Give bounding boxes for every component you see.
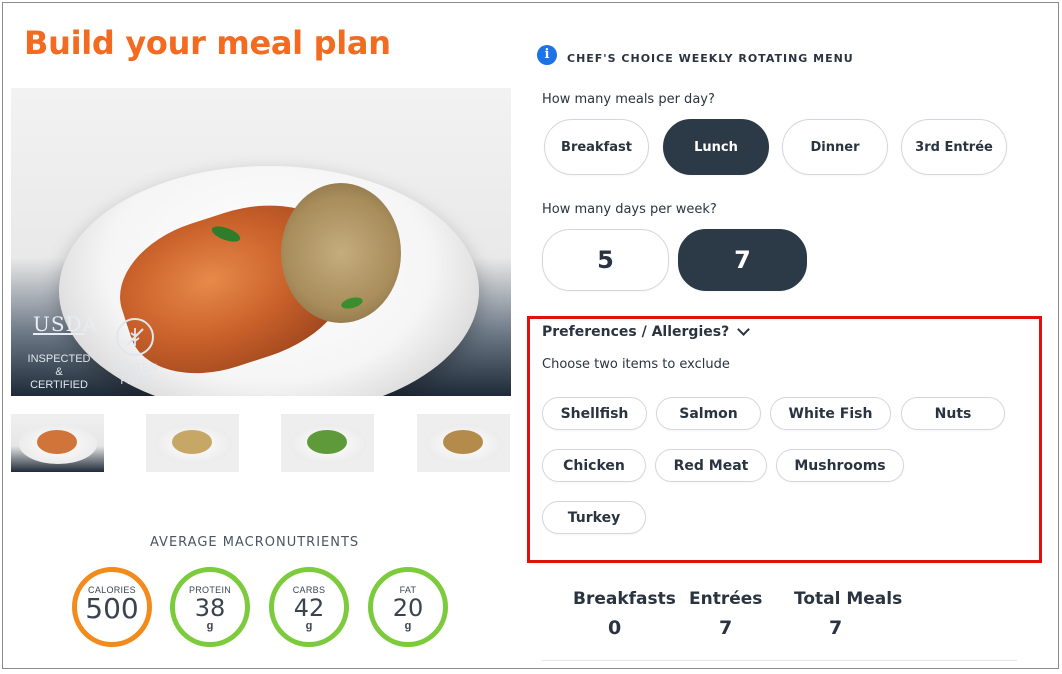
days-question: How many days per week? [542, 202, 717, 217]
summary-entrees-label: Entrées [689, 589, 763, 609]
info-text: CHEF'S CHOICE WEEKLY ROTATING MENU [567, 52, 854, 65]
preferences-subtitle: Choose two items to exclude [542, 357, 730, 372]
exclude-chip-turkey[interactable]: Turkey [542, 501, 646, 534]
summary-breakfasts-value: 0 [608, 617, 622, 639]
chevron-down-icon [737, 323, 751, 336]
thumbnail-1[interactable] [11, 414, 104, 472]
summary-entrees-value: 7 [719, 617, 733, 639]
usda-logo: USDA [33, 312, 99, 336]
exclude-chip-salmon[interactable]: Salmon [656, 397, 761, 430]
preferences-toggle[interactable]: Preferences / Allergies? [542, 323, 751, 340]
preferences-heading: Preferences / Allergies? [542, 324, 730, 340]
exclude-chip-shellfish[interactable]: Shellfish [542, 397, 647, 430]
carbs-ring: CARBS 42 g [269, 567, 349, 647]
macro-value: 500 [85, 592, 139, 625]
thumb-food [307, 430, 347, 454]
usda-badge: USDA INSPECTED & CERTIFIED [27, 312, 99, 392]
thumbnail-strip [11, 414, 511, 472]
exclude-chip-mushrooms[interactable]: Mushrooms [776, 449, 904, 482]
meal-option-3rd-entree[interactable]: 3rd Entrée [901, 119, 1007, 175]
thumb-food [37, 430, 77, 454]
macro-unit: g [305, 620, 313, 632]
meal-option-dinner[interactable]: Dinner [782, 119, 888, 175]
gf-line1: GLUTEN [112, 362, 158, 374]
macro-unit: g [206, 620, 214, 632]
usda-line1: INSPECTED [27, 353, 91, 365]
meals-question: How many meals per day? [542, 92, 715, 107]
thumbnail-3[interactable] [281, 414, 374, 472]
page-title: Build your meal plan [24, 24, 391, 62]
macro-unit: g [404, 620, 412, 632]
days-option-5[interactable]: 5 [542, 229, 669, 291]
gf-line2: FREE [120, 375, 150, 387]
macro-value: 38 [194, 594, 226, 622]
thumb-food [443, 430, 483, 454]
exclude-chip-red-meat[interactable]: Red Meat [655, 449, 767, 482]
meal-hero-image: USDA INSPECTED & CERTIFIED GLUTEN FREE [11, 88, 511, 396]
macro-value: 42 [293, 594, 325, 622]
wheat-crossed-icon [116, 318, 154, 356]
macros-title: AVERAGE MACRONUTRIENTS [150, 535, 360, 550]
summary-total-value: 7 [829, 617, 843, 639]
gluten-free-badge: GLUTEN FREE [105, 318, 165, 388]
calories-ring: CALORIES 500 [72, 567, 152, 647]
days-option-7[interactable]: 7 [678, 229, 807, 291]
macro-value: 20 [392, 594, 424, 622]
exclude-chip-nuts[interactable]: Nuts [901, 397, 1005, 430]
thumbnail-4[interactable] [417, 414, 510, 472]
exclude-chip-white-fish[interactable]: White Fish [770, 397, 891, 430]
divider [542, 660, 1017, 661]
thumb-food [172, 430, 212, 454]
usda-line2: & CERTIFIED [30, 366, 88, 391]
protein-ring: PROTEIN 38 g [170, 567, 250, 647]
thumbnail-2[interactable] [146, 414, 239, 472]
fat-ring: FAT 20 g [368, 567, 448, 647]
info-icon[interactable]: i [537, 45, 557, 65]
meal-option-lunch[interactable]: Lunch [663, 119, 769, 175]
exclude-chip-chicken[interactable]: Chicken [542, 449, 646, 482]
summary-total-label: Total Meals [794, 589, 903, 609]
summary-breakfasts-label: Breakfasts [573, 589, 676, 609]
meal-option-breakfast[interactable]: Breakfast [544, 119, 649, 175]
